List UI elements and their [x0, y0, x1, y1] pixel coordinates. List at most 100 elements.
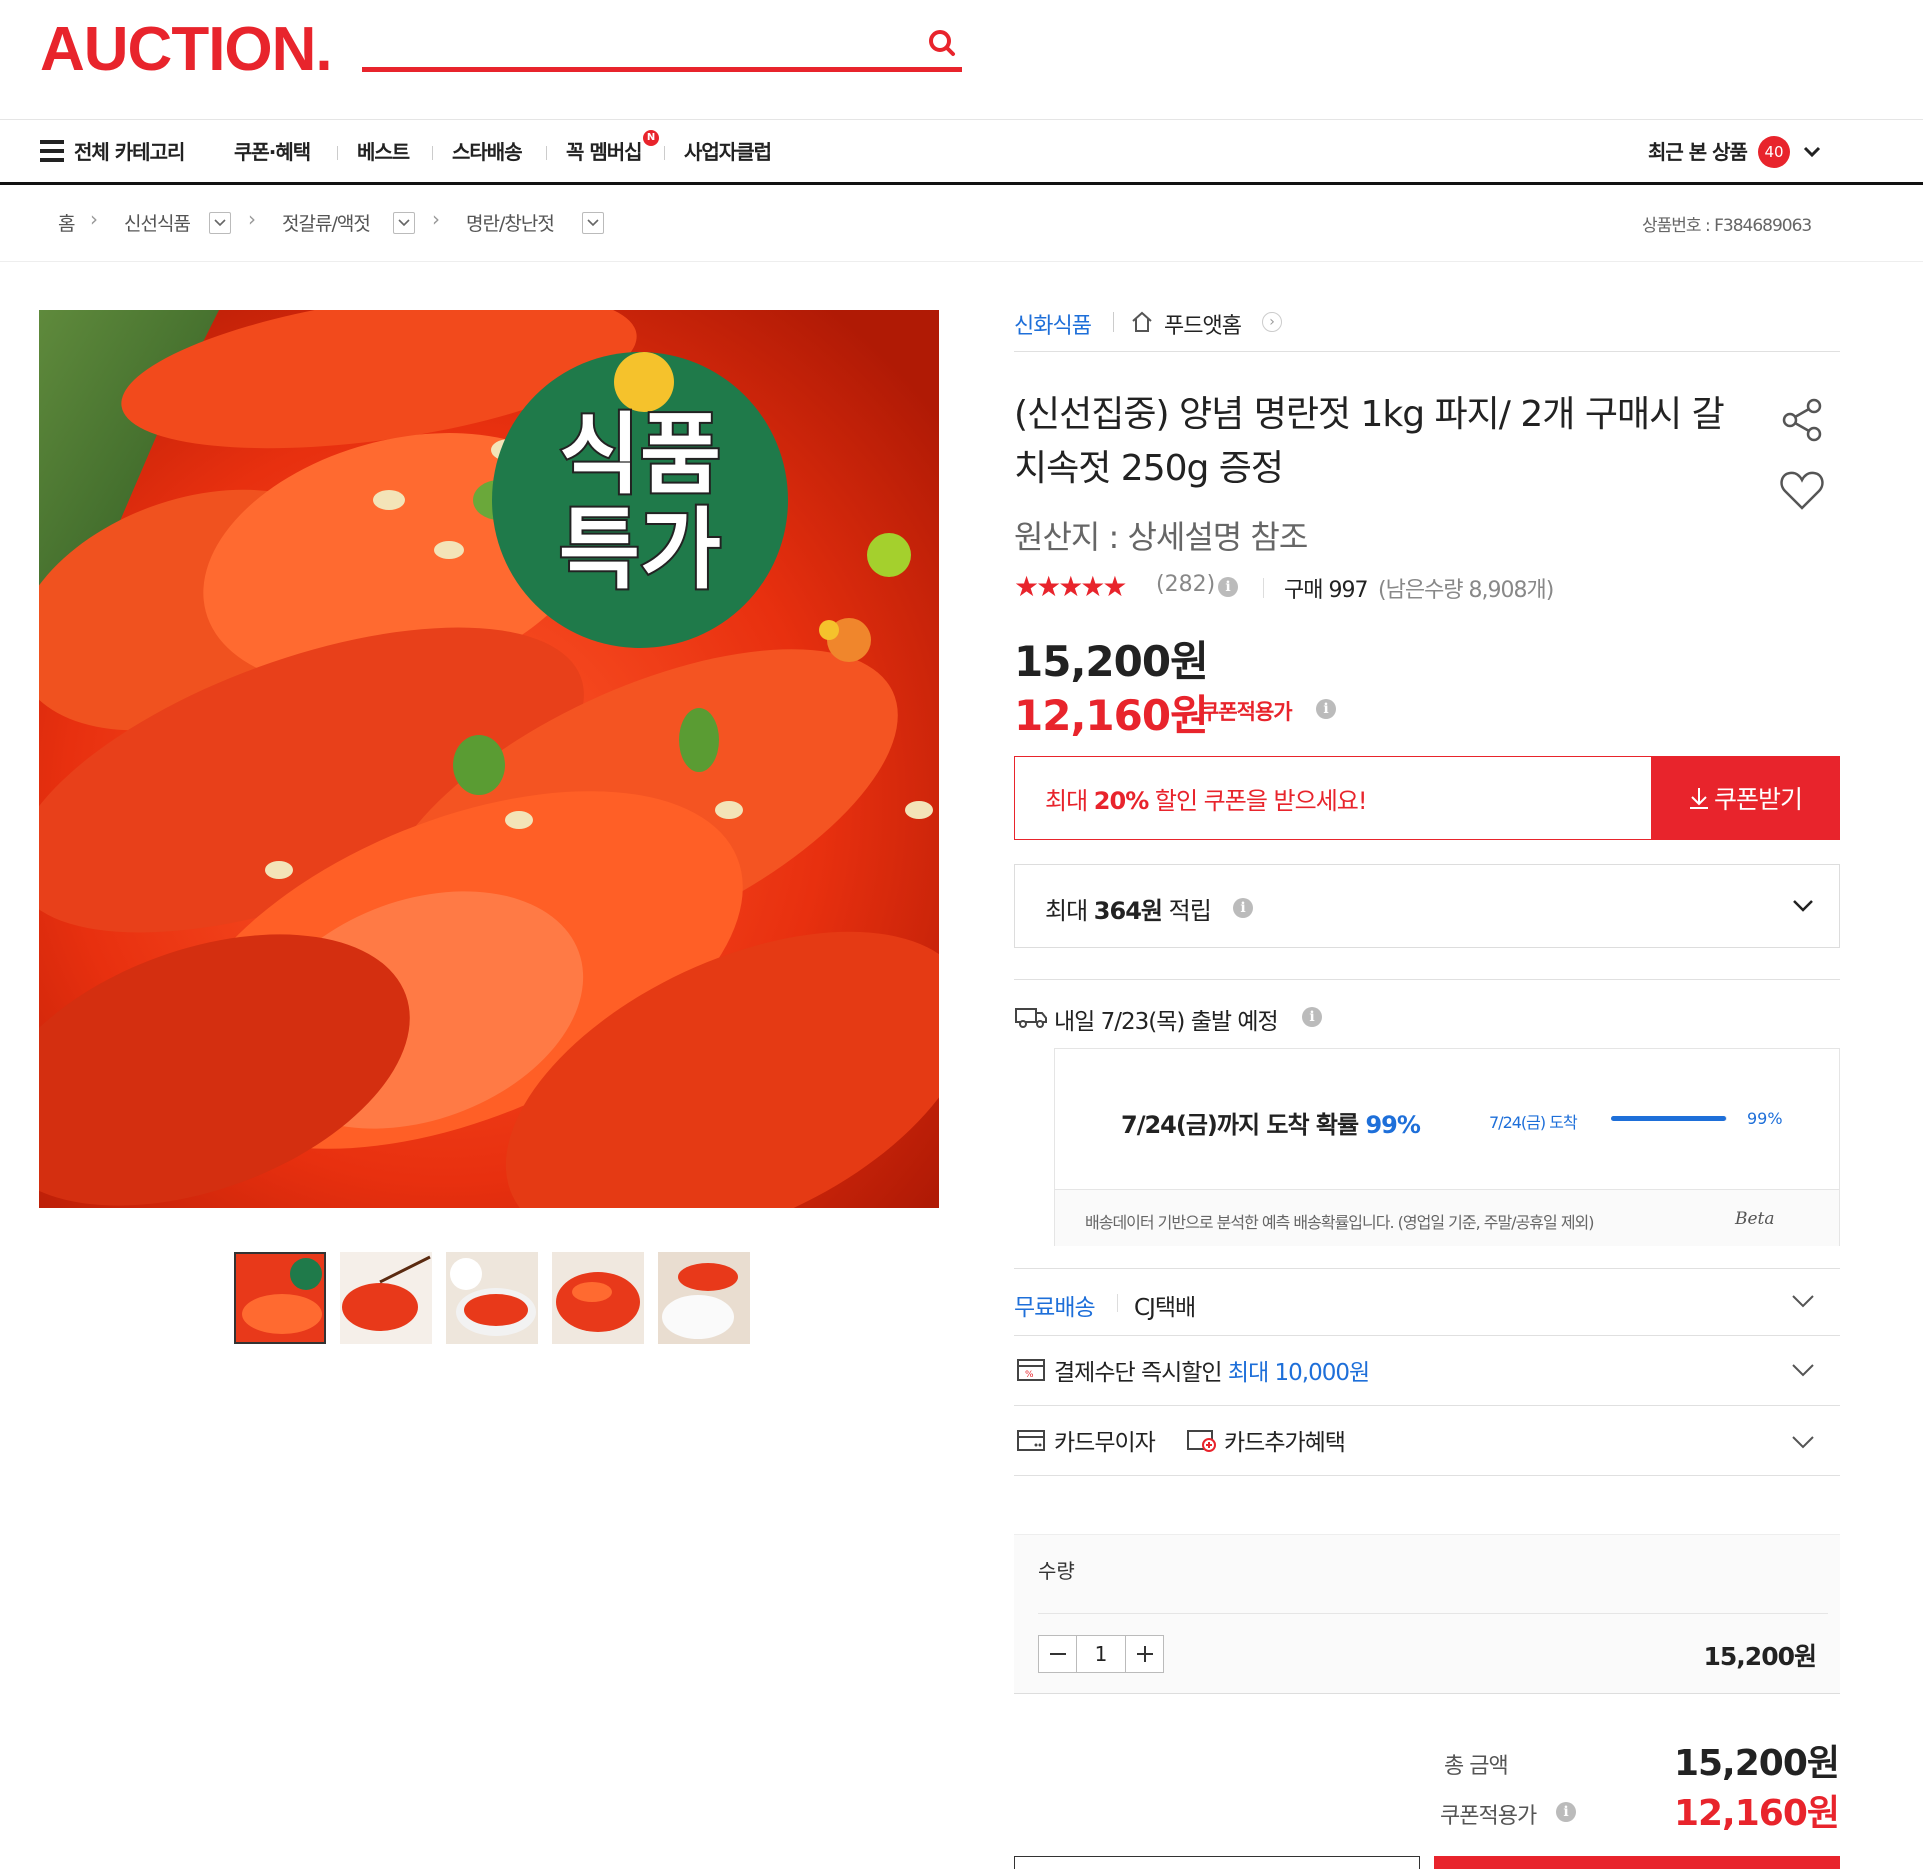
new-badge: N — [643, 130, 659, 146]
probability-text: 7/24(금)까지 도착 확률 — [1121, 1111, 1366, 1139]
divider — [1014, 1475, 1840, 1476]
card-benefits-row[interactable]: 카드무이자 카드추가혜택 — [1014, 1405, 1840, 1475]
divider — [1038, 1613, 1828, 1614]
purchase-count: 구매 997 — [1284, 578, 1368, 603]
points-accordion[interactable]: 최대 364원 적립 i — [1014, 864, 1840, 948]
points-suffix: 적립 — [1161, 897, 1212, 925]
card-plus-icon — [1186, 1427, 1218, 1457]
thumbnail-1[interactable] — [234, 1252, 326, 1344]
heart-icon[interactable] — [1778, 466, 1826, 518]
breadcrumb-level1[interactable]: 신선식품 — [124, 209, 191, 236]
recent-items-label[interactable]: 최근 본 상품 — [1648, 136, 1748, 165]
payment-discount-row[interactable]: % 결제수단 즉시할인 최대 10,000원 — [1014, 1335, 1840, 1405]
departure-text: 내일 7/23(목) 출발 예정 — [1054, 1009, 1279, 1035]
chevron-right-icon: › — [248, 207, 256, 231]
search-icon[interactable] — [922, 24, 962, 64]
nav-divider — [337, 146, 338, 160]
line-price: 15,200원 — [1703, 1642, 1817, 1671]
hamburger-icon[interactable] — [40, 140, 64, 166]
truck-icon — [1014, 1004, 1048, 1034]
delivery-note: 배송데이터 기반으로 분석한 예측 배송확률입니다. (영업일 기준, 주말/공… — [1085, 1213, 1594, 1232]
thumbnail-2[interactable] — [340, 1252, 432, 1344]
payment-discount-text: 결제수단 즉시할인 최대 10,000원 — [1054, 1353, 1370, 1387]
credit-card-icon — [1016, 1427, 1046, 1457]
recent-count-badge: 40 — [1758, 136, 1790, 168]
info-icon[interactable]: i — [1302, 1006, 1322, 1027]
info-icon[interactable]: i — [1218, 576, 1238, 597]
card-extra-label: 카드추가혜택 — [1224, 1430, 1346, 1456]
coupon-banner-text: 최대 20% 할인 쿠폰을 받으세요! — [1045, 781, 1368, 816]
probability-bar-track — [1611, 1116, 1727, 1121]
search-input[interactable] — [362, 22, 902, 66]
chevron-right-icon[interactable]: › — [1262, 312, 1282, 332]
auction-logo[interactable]: AUCTION. — [40, 18, 333, 82]
thumbnail-3[interactable] — [446, 1252, 538, 1344]
rating-stars-icon: ★★★★★ — [1014, 570, 1128, 603]
payment-label: 결제수단 즉시할인 — [1054, 1360, 1228, 1386]
nav-divider — [546, 146, 547, 160]
chevron-down-icon — [1790, 1433, 1816, 1455]
share-icon[interactable] — [1778, 396, 1826, 448]
divider — [1113, 312, 1114, 332]
info-icon[interactable]: i — [1556, 1801, 1576, 1822]
breadcrumb: 홈 › 신선식품 › 젓갈류/액젓 › 명란/창난젓 상품번호 : F38468… — [0, 185, 1923, 262]
svg-text:%: % — [1025, 1370, 1034, 1380]
increase-button[interactable] — [1125, 1636, 1163, 1672]
coupon-price-label: 쿠폰적용가 — [1200, 700, 1293, 724]
nav-item-membership[interactable]: 꼭 멤버십 — [566, 136, 643, 165]
home-icon — [1130, 310, 1154, 338]
breadcrumb-home[interactable]: 홈 — [58, 209, 76, 236]
nav-item-business-club[interactable]: 사업자클럽 — [684, 136, 772, 165]
nav-divider — [664, 146, 665, 160]
get-coupon-button[interactable]: 쿠폰받기 — [1652, 756, 1840, 840]
breadcrumb-level3[interactable]: 명란/창난젓 — [466, 209, 555, 236]
search-bar — [362, 22, 962, 72]
points-text: 최대 364원 적립 — [1045, 891, 1212, 926]
thumbnail-5[interactable] — [658, 1252, 750, 1344]
free-shipping-label: 무료배송 — [1014, 1295, 1096, 1321]
probability-value: 99% — [1365, 1111, 1420, 1139]
arrival-probability: 7/24(금)까지 도착 확률 99% — [1121, 1105, 1421, 1140]
payment-highlight: 최대 10,000원 — [1227, 1360, 1370, 1386]
nav-item-best[interactable]: 베스트 — [357, 136, 410, 165]
cart-button[interactable] — [1014, 1856, 1420, 1869]
coupon-banner: 최대 20% 할인 쿠폰을 받으세요! — [1014, 756, 1652, 840]
decrease-button[interactable] — [1039, 1636, 1077, 1672]
all-categories-link[interactable]: 전체 카테고리 — [74, 136, 185, 165]
thumbnail-4[interactable] — [552, 1252, 644, 1344]
nav-item-coupon[interactable]: 쿠폰·혜택 — [234, 136, 311, 165]
quantity-value[interactable]: 1 — [1077, 1636, 1125, 1672]
no-interest-label: 카드무이자 — [1054, 1430, 1156, 1456]
info-icon[interactable]: i — [1233, 897, 1253, 918]
product-number: 상품번호 : F384689063 — [1642, 216, 1812, 236]
store-link[interactable]: 푸드앳홈 — [1164, 308, 1242, 340]
dropdown-icon[interactable] — [393, 212, 415, 234]
shipping-row[interactable]: 무료배송 CJ택배 — [1014, 1268, 1840, 1335]
total-amount: 15,200원 — [1673, 1743, 1840, 1784]
brand-link[interactable]: 신화식품 — [1014, 308, 1092, 340]
dropdown-icon[interactable] — [209, 212, 231, 234]
info-icon[interactable]: i — [1316, 698, 1336, 719]
dropdown-icon[interactable] — [582, 212, 604, 234]
total-label: 총 금액 — [1444, 1754, 1509, 1779]
nav-item-star-delivery[interactable]: 스타배송 — [452, 136, 523, 165]
divider — [1263, 578, 1264, 598]
main-product-image[interactable]: 식품 특가 — [39, 310, 939, 1208]
breadcrumb-level2[interactable]: 젓갈류/액젓 — [282, 209, 371, 236]
review-count[interactable]: (282) — [1156, 572, 1215, 597]
points-prefix: 최대 — [1045, 897, 1094, 925]
coupon-text-suffix: 할인 쿠폰을 받으세요! — [1148, 787, 1368, 815]
chevron-down-icon — [1791, 897, 1815, 919]
bar-value: 99% — [1747, 1109, 1783, 1128]
site-header: AUCTION. — [0, 0, 1923, 120]
carrier-label: CJ택배 — [1134, 1295, 1196, 1321]
chevron-down-icon — [1790, 1361, 1816, 1383]
main-nav: 전체 카테고리 쿠폰·혜택 베스트 스타배송 꼭 멤버십 N 사업자클럽 최근 … — [0, 120, 1923, 185]
chevron-down-icon[interactable] — [1802, 142, 1822, 166]
chevron-down-icon — [1790, 1292, 1816, 1314]
original-price: 15,200원 — [1014, 637, 1209, 686]
buy-now-button[interactable] — [1434, 1856, 1840, 1869]
coupon-text-prefix: 최대 — [1045, 787, 1094, 815]
probability-bar-fill — [1611, 1116, 1726, 1121]
remaining-stock: (남은수량 8,908개) — [1378, 578, 1554, 603]
